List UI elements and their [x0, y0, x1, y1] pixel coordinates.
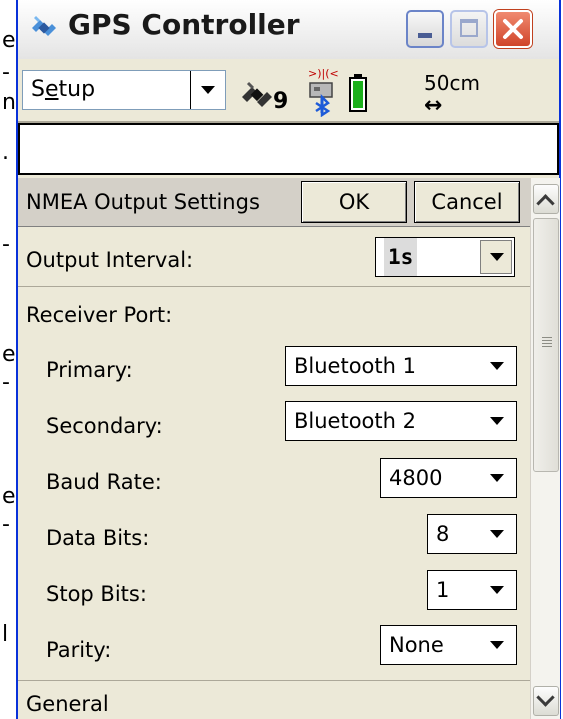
- setup-menu[interactable]: Setup: [22, 70, 226, 110]
- divider: [18, 680, 530, 681]
- ok-button[interactable]: OK: [301, 181, 407, 223]
- edge-glyph: l: [2, 622, 9, 647]
- divider: [18, 286, 530, 287]
- chevron-down-icon: [490, 641, 504, 649]
- primary-port-select[interactable]: Bluetooth 1: [285, 346, 517, 386]
- stop-bits-value: 1: [436, 578, 450, 602]
- secondary-port-select[interactable]: Bluetooth 2: [285, 401, 517, 441]
- satellite-icon[interactable]: [240, 77, 274, 111]
- satellite-app-icon: [32, 16, 56, 36]
- primary-port-value: Bluetooth 1: [294, 354, 416, 378]
- stop-bits-select[interactable]: 1: [427, 570, 517, 610]
- window-title: GPS Controller: [68, 8, 300, 41]
- parity-value: None: [389, 633, 444, 657]
- double-arrow-icon: ↔: [424, 93, 443, 118]
- parity-label: Parity:: [46, 638, 112, 662]
- status-area: [18, 123, 559, 175]
- maximize-button[interactable]: [450, 10, 488, 48]
- baud-rate-value: 4800: [389, 466, 443, 490]
- cancel-button[interactable]: Cancel: [414, 181, 520, 223]
- secondary-label: Secondary:: [46, 414, 163, 438]
- title-bar[interactable]: GPS Controller: [18, 0, 559, 59]
- precision-value[interactable]: 50cm: [424, 71, 480, 95]
- output-interval-label: Output Interval:: [26, 248, 194, 272]
- chevron-down-icon: [490, 586, 504, 594]
- receiver-connection-icon[interactable]: >)|(<: [302, 65, 346, 117]
- data-bits-value: 8: [436, 522, 450, 546]
- satellite-count: 9: [273, 89, 289, 114]
- baud-rate-label: Baud Rate:: [46, 470, 162, 494]
- stop-bits-label: Stop Bits:: [46, 582, 147, 606]
- output-interval-select[interactable]: 1s: [375, 237, 515, 277]
- scroll-up-button[interactable]: [533, 184, 559, 214]
- chevron-down-icon: [490, 362, 504, 370]
- data-bits-select[interactable]: 8: [427, 514, 517, 554]
- chevron-down-icon: [490, 530, 504, 538]
- primary-label: Primary:: [46, 358, 133, 382]
- battery-icon[interactable]: [348, 73, 368, 113]
- general-section-label[interactable]: General: [26, 692, 109, 716]
- minimize-button[interactable]: [406, 10, 444, 48]
- data-bits-label: Data Bits:: [46, 526, 150, 550]
- edge-glyph: -: [2, 512, 10, 537]
- baud-rate-select[interactable]: 4800: [380, 458, 517, 498]
- svg-text:>)|(<: >)|(<: [308, 67, 339, 80]
- toolbar: Setup 9 >)|(< 50cm ↔: [18, 59, 559, 123]
- chevron-down-icon: [490, 474, 504, 482]
- setup-menu-label: Setup: [31, 77, 96, 102]
- close-button[interactable]: [494, 10, 532, 48]
- gps-controller-window: GPS Controller Setup 9 >)|(< 50cm ↔ NMEA…: [16, 0, 561, 719]
- output-interval-value: 1s: [384, 238, 418, 276]
- edge-glyph: e: [2, 28, 16, 53]
- background-window-edge: e - n . - e - e - l: [0, 0, 16, 719]
- scroll-down-button[interactable]: [533, 686, 559, 716]
- panel-title: NMEA Output Settings: [26, 190, 260, 214]
- edge-glyph: -: [2, 370, 10, 395]
- parity-select[interactable]: None: [380, 625, 517, 665]
- chevron-down-icon[interactable]: [190, 71, 225, 109]
- edge-glyph: -: [2, 232, 10, 257]
- nmea-settings-panel: NMEA Output Settings OK Cancel Output In…: [18, 178, 530, 719]
- chevron-down-icon[interactable]: [480, 240, 512, 274]
- edge-glyph: n: [2, 90, 16, 115]
- panel-header: NMEA Output Settings OK Cancel: [18, 178, 530, 227]
- edge-glyph: e: [2, 484, 16, 509]
- secondary-port-value: Bluetooth 2: [294, 409, 416, 433]
- vertical-scrollbar[interactable]: [530, 178, 560, 719]
- edge-glyph: -: [2, 60, 10, 85]
- scroll-thumb[interactable]: [533, 218, 559, 472]
- grip-icon: [542, 337, 552, 347]
- receiver-port-label: Receiver Port:: [26, 303, 173, 327]
- edge-glyph: e: [2, 342, 16, 367]
- edge-glyph: .: [2, 140, 9, 165]
- chevron-down-icon: [490, 417, 504, 425]
- close-icon: [503, 19, 523, 39]
